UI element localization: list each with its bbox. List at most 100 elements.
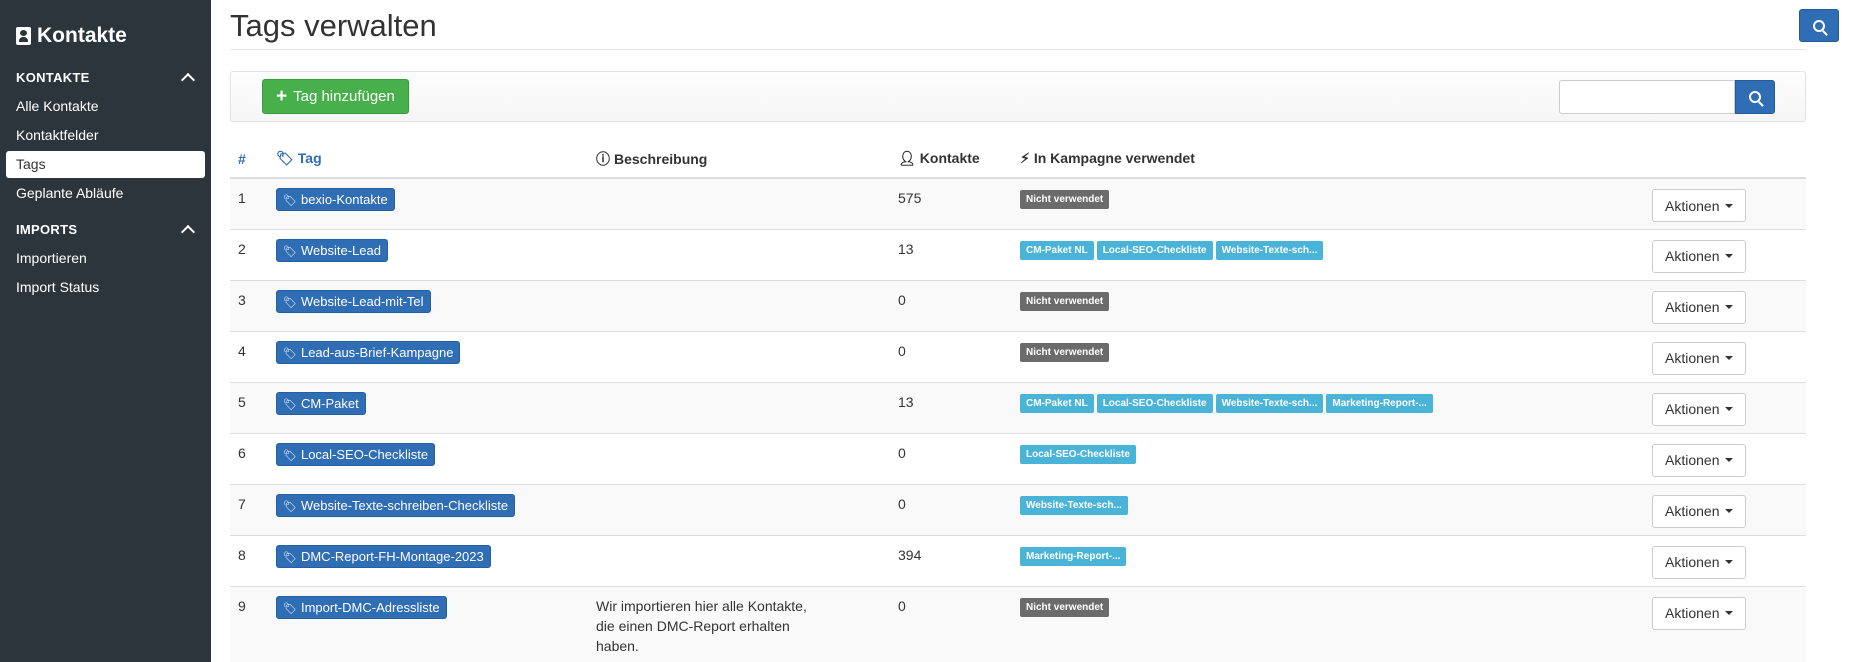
actions-dropdown-button[interactable]: Aktionen: [1652, 290, 1747, 324]
tag-icon: 🏷︎: [283, 195, 297, 207]
campaign-badge[interactable]: Nicht verwendet: [1020, 190, 1110, 209]
campaign-badge[interactable]: Local-SEO-Checkliste: [1096, 240, 1213, 260]
actions-dropdown-button[interactable]: Aktionen: [1652, 189, 1747, 222]
contacts-cell: 0: [890, 586, 1012, 662]
search-input[interactable]: [1559, 80, 1735, 114]
row-number-value: 2: [238, 240, 246, 257]
tag-pill[interactable]: 🏷︎ Website-Texte-schreiben-Checkliste: [276, 493, 516, 517]
actions-dropdown-button[interactable]: Aktionen: [1652, 392, 1747, 426]
campaign-badge[interactable]: Local-SEO-Checkliste: [1020, 444, 1136, 464]
campaign-badge[interactable]: Local-SEO-Checkliste: [1096, 393, 1213, 413]
actions-dropdown-button[interactable]: Aktionen: [1652, 596, 1747, 630]
contacts-count: 0: [898, 342, 906, 359]
tag-icon: 🏷︎: [283, 551, 297, 564]
search-button[interactable]: [1735, 80, 1775, 114]
row-number: 1: [230, 178, 268, 229]
tag-pill[interactable]: 🏷︎ Website-Lead-mit-Tel: [276, 289, 431, 313]
brand[interactable]: Kontakte: [0, 0, 211, 56]
user-icon: 👤︎: [898, 150, 916, 166]
table-row: 3 🏷︎ Website-Lead-mit-Tel 0 Nicht verwendet A…: [230, 280, 1806, 331]
actions-dropdown-button[interactable]: Aktionen: [1652, 341, 1747, 375]
caret-down-icon: [1725, 254, 1734, 258]
tag-pill[interactable]: 🏷︎ bexio-Kontakte: [276, 188, 395, 211]
campaign-badge[interactable]: Nicht verwendet: [1020, 342, 1110, 362]
add-tag-button[interactable]: + Tag hinzufügen: [262, 79, 409, 114]
campaign-badge[interactable]: Marketing-Report-...: [1020, 546, 1127, 566]
contacts-cell: 0: [890, 484, 1012, 535]
tag-cell: 🏷︎ bexio-Kontakte: [268, 178, 588, 229]
sidebar-item-kontaktfelder[interactable]: Kontaktfelder: [0, 121, 211, 150]
tag-icon: 🏷︎: [283, 296, 297, 309]
tag-pill[interactable]: 🏷︎ Lead-aus-Brief-Kampagne: [276, 340, 461, 364]
tag-cell: 🏷︎ Import-DMC-Adressliste: [268, 586, 588, 662]
tag-icon: 🏷︎: [283, 500, 297, 513]
section-title: KONTAKTE: [16, 69, 90, 85]
description-cell: [588, 229, 890, 280]
campaign-badge[interactable]: Nicht verwendet: [1020, 597, 1110, 617]
actions-label: Aktionen: [1665, 401, 1720, 417]
caret-down-icon: [1725, 407, 1734, 411]
actions-dropdown-button[interactable]: Aktionen: [1652, 443, 1747, 477]
tag-cell: 🏷︎ Website-Texte-schreiben-Checkliste: [268, 484, 588, 535]
tag-label: Website-Lead: [300, 242, 381, 258]
row-number: 3: [230, 280, 268, 331]
campaigns-cell: Website-Texte-sch...: [1012, 484, 1644, 535]
actions-cell: Aktionen: [1644, 178, 1806, 229]
campaigns-cell: CM-Paket NL Local-SEO-Checkliste Website-T…: [1012, 229, 1644, 280]
tag-pill[interactable]: 🏷︎ Local-SEO-Checkliste: [276, 442, 436, 466]
table-row: 8 🏷︎ DMC-Report-FH-Montage-2023 394 Marketin…: [230, 535, 1806, 586]
campaign-badge[interactable]: Nicht verwendet: [1020, 291, 1110, 311]
actions-dropdown-button[interactable]: Aktionen: [1652, 239, 1747, 273]
campaigns-cell: CM-Paket NL Local-SEO-Checkliste Website-T…: [1012, 382, 1644, 433]
chevron-up-icon: [180, 72, 196, 88]
campaigns-cell: Nicht verwendet: [1012, 586, 1644, 662]
row-number: 7: [230, 484, 268, 535]
campaign-badge[interactable]: Website-Texte-sch...: [1215, 240, 1324, 260]
actions-dropdown-button[interactable]: Aktionen: [1652, 494, 1747, 528]
campaigns-cell: Nicht verwendet: [1012, 178, 1644, 229]
column-header-description: ⓘ Beschreibung: [588, 140, 890, 179]
tag-cell: 🏷︎ Website-Lead: [268, 229, 588, 280]
tag-label: bexio-Kontakte: [300, 192, 388, 207]
campaign-badge[interactable]: Website-Texte-sch...: [1215, 393, 1324, 413]
contacts-count: 13: [898, 393, 914, 410]
info-icon: ⓘ: [596, 150, 610, 167]
campaigns-cell: Nicht verwendet: [1012, 331, 1644, 382]
campaign-badge[interactable]: CM-Paket NL: [1020, 393, 1094, 413]
actions-dropdown-button[interactable]: Aktionen: [1652, 545, 1747, 579]
sidebar-item-tags[interactable]: Tags: [6, 151, 205, 178]
column-header-number[interactable]: #: [230, 140, 268, 179]
sidebar: Kontakte KONTAKTE Alle Kontakte Kontaktf…: [0, 0, 211, 662]
tag-icon: 🏷︎: [283, 398, 297, 411]
contacts-cell: 0: [890, 280, 1012, 331]
tag-pill[interactable]: 🏷︎ CM-Paket: [276, 391, 366, 415]
sidebar-item-geplante-ablaeufe[interactable]: Geplante Abläufe: [0, 179, 211, 208]
section-imports[interactable]: IMPORTS: [0, 214, 211, 244]
caret-down-icon: [1725, 305, 1734, 309]
sidebar-item-alle-kontakte[interactable]: Alle Kontakte: [0, 92, 211, 121]
description-cell: [588, 331, 890, 382]
row-number-value: 5: [238, 393, 246, 410]
campaign-badge[interactable]: Marketing-Report-...: [1326, 393, 1433, 413]
campaign-badge[interactable]: CM-Paket NL: [1020, 240, 1094, 260]
section-kontakte[interactable]: KONTAKTE: [0, 62, 211, 92]
description-cell: [588, 280, 890, 331]
row-number: 2: [230, 229, 268, 280]
tag-pill[interactable]: 🏷︎ Import-DMC-Adressliste: [276, 595, 447, 619]
tag-pill[interactable]: 🏷︎ Website-Lead: [276, 238, 388, 262]
sidebar-item-importieren[interactable]: Importieren: [0, 244, 211, 273]
add-tag-label: Tag hinzufügen: [293, 88, 395, 105]
contacts-count: 0: [898, 495, 906, 512]
sidebar-item-import-status[interactable]: Import Status: [0, 273, 211, 302]
actions-label: Aktionen: [1665, 299, 1720, 315]
contacts-cell: 394: [890, 535, 1012, 586]
contacts-count: 13: [898, 240, 914, 257]
table-row: 4 🏷︎ Lead-aus-Brief-Kampagne 0 Nicht verwend…: [230, 331, 1806, 382]
row-number-value: 1: [238, 190, 246, 206]
tag-cell: 🏷︎ Local-SEO-Checkliste: [268, 433, 588, 484]
search-icon: [1813, 19, 1825, 32]
tag-pill[interactable]: 🏷︎ DMC-Report-FH-Montage-2023: [276, 544, 491, 568]
column-header-tag[interactable]: 🏷︎ Tag: [268, 140, 588, 179]
campaign-badge[interactable]: Website-Texte-sch...: [1020, 495, 1128, 515]
contacts-cell: 13: [890, 382, 1012, 433]
